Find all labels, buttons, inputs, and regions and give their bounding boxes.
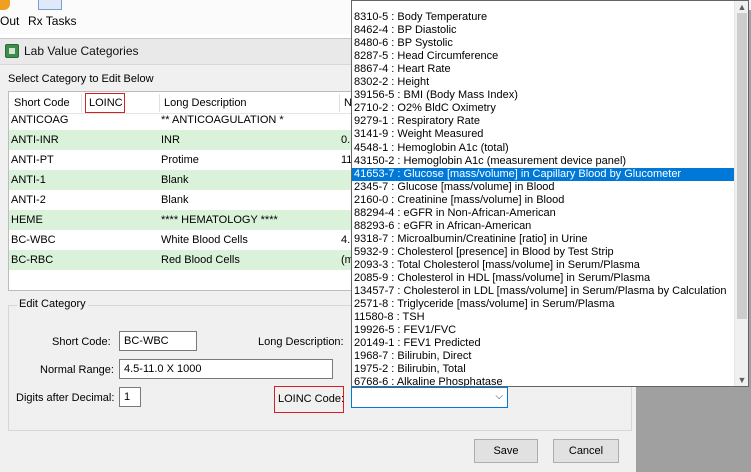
cell-normal: 0. bbox=[341, 134, 351, 146]
dropdown-option[interactable]: 8867-4 : Heart Rate bbox=[352, 63, 735, 76]
cell-short-code: ANTICOAG bbox=[11, 114, 69, 126]
cell-normal: 4. bbox=[341, 234, 351, 246]
rx-tasks-label: Rx Tasks bbox=[28, 14, 77, 28]
dropdown-option[interactable]: 2345-7 : Glucose [mass/volume] in Blood bbox=[352, 181, 735, 194]
dropdown-option[interactable]: 41653-7 : Glucose [mass/volume] in Capil… bbox=[352, 167, 735, 181]
table-row[interactable]: BC-RBC Red Blood Cells (m bbox=[9, 250, 353, 270]
dropdown-option[interactable]: 4548-1 : Hemoglobin A1c (total) bbox=[352, 142, 735, 155]
cell-short-code: ANTI-1 bbox=[11, 174, 46, 186]
cell-description: ** ANTICOAGULATION * bbox=[161, 114, 284, 126]
dropdown-option[interactable]: 8462-4 : BP Diastolic bbox=[352, 24, 735, 37]
dropdown-option[interactable]: 9318-7 : Microalbumin/Creatinine [ratio]… bbox=[352, 233, 735, 246]
normal-range-input[interactable]: 4.5-11.0 X 1000 bbox=[119, 359, 333, 379]
dropdown-option[interactable]: 6768-6 : Alkaline Phosphatase bbox=[352, 376, 735, 386]
cell-description: White Blood Cells bbox=[161, 234, 248, 246]
long-description-label: Long Description: bbox=[258, 336, 344, 348]
loinc-code-label: LOINC Code: bbox=[278, 393, 345, 405]
dropdown-option[interactable]: 11580-8 : TSH bbox=[352, 311, 735, 324]
dropdown-option[interactable]: 3141-9 : Weight Measured bbox=[352, 128, 735, 141]
cell-description: Protime bbox=[161, 154, 199, 166]
normal-range-label: Normal Range: bbox=[40, 364, 114, 376]
toolbar: Out Rx Tasks bbox=[0, 0, 360, 34]
table-row[interactable]: HEME **** HEMATOLOGY **** bbox=[9, 210, 353, 230]
col-header-loinc[interactable]: LOINC bbox=[89, 97, 123, 109]
rx-tasks-icon bbox=[38, 0, 62, 10]
dropdown-option[interactable]: 1975-2 : Bilirubin, Total bbox=[352, 363, 735, 376]
dropdown-option[interactable]: 8480-6 : BP Systolic bbox=[352, 37, 735, 50]
dropdown-option[interactable]: 19926-5 : FEV1/FVC bbox=[352, 324, 735, 337]
table-row[interactable]: ANTICOAG ** ANTICOAGULATION * bbox=[9, 110, 353, 130]
scroll-down-icon[interactable]: ▼ bbox=[736, 374, 748, 386]
category-grid[interactable]: Short Code LOINC Long Description N ANTI… bbox=[8, 91, 354, 291]
cell-short-code: ANTI-2 bbox=[11, 194, 46, 206]
col-header-short-code[interactable]: Short Code bbox=[14, 97, 70, 109]
dropdown-option[interactable]: 39156-5 : BMI (Body Mass Index) bbox=[352, 89, 735, 102]
save-button[interactable]: Save bbox=[474, 439, 538, 463]
select-category-label: Select Category to Edit Below bbox=[8, 73, 154, 85]
edit-category-legend: Edit Category bbox=[17, 298, 88, 310]
table-row[interactable]: ANTI-1 Blank bbox=[9, 170, 353, 190]
table-row[interactable]: BC-WBC White Blood Cells 4. bbox=[9, 230, 353, 250]
dropdown-option[interactable]: 2085-9 : Cholesterol in HDL [mass/volume… bbox=[352, 272, 735, 285]
dropdown-option[interactable]: 88293-6 : eGFR in African-American bbox=[352, 220, 735, 233]
dropdown-option[interactable]: 8302-2 : Height bbox=[352, 76, 735, 89]
table-row[interactable]: ANTI-2 Blank bbox=[9, 190, 353, 210]
dropdown-option[interactable]: 13457-7 : Cholesterol in LDL [mass/volum… bbox=[352, 285, 735, 298]
short-code-input[interactable]: BC-WBC bbox=[119, 331, 197, 351]
dropdown-option[interactable]: 2093-3 : Total Cholesterol [mass/volume]… bbox=[352, 259, 735, 272]
dropdown-option[interactable]: 43150-2 : Hemoglobin A1c (measurement de… bbox=[352, 155, 735, 168]
dropdown-option[interactable]: 9279-1 : Respiratory Rate bbox=[352, 115, 735, 128]
out-label: Out bbox=[0, 14, 20, 28]
dropdown-scrollbar[interactable]: ▲ ▼ bbox=[734, 1, 748, 386]
cell-short-code: BC-WBC bbox=[11, 234, 56, 246]
loinc-code-combobox[interactable]: ⌵ bbox=[351, 387, 508, 408]
rx-tasks-button[interactable]: Rx Tasks bbox=[26, 0, 76, 30]
cell-description: **** HEMATOLOGY **** bbox=[161, 214, 278, 226]
cell-description: Blank bbox=[161, 174, 189, 186]
dropdown-option[interactable]: 2160-0 : Creatinine [mass/volume] in Blo… bbox=[352, 194, 735, 207]
scroll-up-icon[interactable]: ▲ bbox=[736, 1, 748, 13]
dropdown-option[interactable]: 8287-5 : Head Circumference bbox=[352, 50, 735, 63]
cell-description: Red Blood Cells bbox=[161, 254, 240, 266]
short-code-label: Short Code: bbox=[52, 336, 111, 348]
digits-after-decimal-label: Digits after Decimal: bbox=[16, 392, 115, 404]
dropdown-option[interactable]: 2710-2 : O2% BldC Oximetry bbox=[352, 102, 735, 115]
loinc-dropdown-list[interactable]: 6768-6 : Alkaline Phosphatase 1975-2 : Bi… bbox=[351, 0, 749, 387]
dropdown-option[interactable]: 2571-8 : Triglyceride [mass/volume] in S… bbox=[352, 298, 735, 311]
scroll-thumb[interactable] bbox=[737, 13, 747, 319]
cell-short-code: ANTI-INR bbox=[11, 134, 59, 146]
dropdown-option[interactable]: 5932-9 : Cholesterol [presence] in Blood… bbox=[352, 246, 735, 259]
digits-after-decimal-input[interactable]: 1 bbox=[119, 387, 141, 407]
dropdown-option[interactable]: 20149-1 : FEV1 Predicted bbox=[352, 337, 735, 350]
cell-short-code: BC-RBC bbox=[11, 254, 54, 266]
col-header-long-description[interactable]: Long Description bbox=[164, 97, 247, 109]
cancel-button[interactable]: Cancel bbox=[553, 439, 619, 463]
dropdown-option[interactable]: 88294-4 : eGFR in Non-African-American bbox=[352, 207, 735, 220]
out-button[interactable]: Out bbox=[0, 0, 22, 30]
table-row[interactable]: ANTI-PT Protime 11 bbox=[9, 150, 353, 170]
dropdown-option[interactable]: 8310-5 : Body Temperature bbox=[352, 11, 735, 24]
out-icon bbox=[0, 0, 10, 10]
cell-description: INR bbox=[161, 134, 180, 146]
cell-short-code: HEME bbox=[11, 214, 43, 226]
window-title: Lab Value Categories bbox=[24, 44, 139, 58]
chevron-down-icon[interactable]: ⌵ bbox=[495, 391, 503, 402]
window-app-icon bbox=[5, 44, 19, 58]
table-row[interactable]: ANTI-INR INR 0. bbox=[9, 130, 353, 150]
cell-description: Blank bbox=[161, 194, 189, 206]
cell-short-code: ANTI-PT bbox=[11, 154, 54, 166]
dropdown-option[interactable]: 1968-7 : Bilirubin, Direct bbox=[352, 350, 735, 363]
